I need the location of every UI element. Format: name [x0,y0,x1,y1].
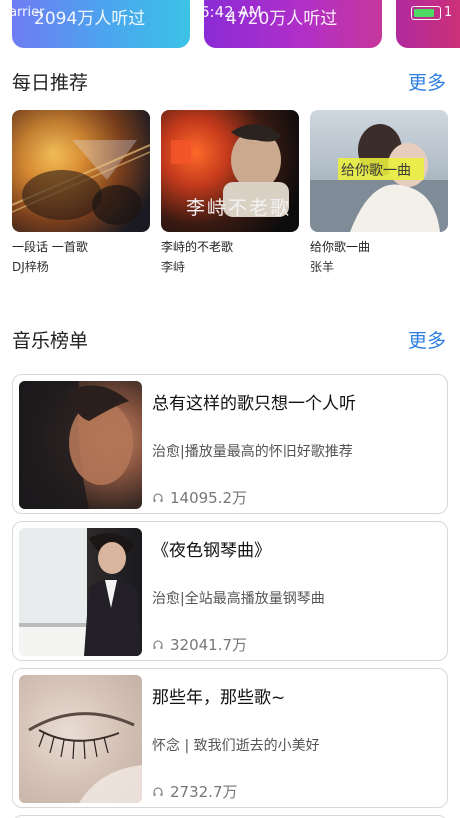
charts-more-link[interactable]: 更多 [408,326,446,353]
banner-card-3[interactable] [396,0,460,48]
daily-item-2[interactable]: 李峙不老歌 李峙的不老歌 李峙 [161,110,299,274]
daily-item-artist-3: 张羊 [310,260,335,274]
banner-listeners-2: 4720万人听过 [226,9,338,29]
banner-card-1[interactable]: 2094万人听过 [12,0,190,48]
chart-plays-2: 32041.7万 [170,636,248,654]
chart-plays-row-1: 14095.2万 [152,487,247,508]
banner-card-2[interactable]: 4720万人听过 [204,0,382,48]
chart-plays-1: 14095.2万 [170,489,248,507]
chart-title-3: 那些年，那些歌~ [152,688,286,708]
daily-item-3[interactable]: 给你歌一曲 给你歌一曲 张羊 [310,110,448,274]
daily-item-title-1: 一段话 一首歌 [12,240,88,254]
daily-more-link[interactable]: 更多 [408,68,446,95]
chart-desc-2: 治愈|全站最高播放量钢琴曲 [152,591,325,607]
daily-item-artist-1: DJ梓杨 [12,260,49,274]
chart-card-3[interactable]: 那些年，那些歌~ 怀念 | 致我们逝去的小美好 2732.7万 [12,668,448,808]
daily-item-title-3: 给你歌一曲 [310,240,371,254]
daily-cover-2[interactable]: 李峙不老歌 [161,110,299,232]
chart-plays-row-3: 2732.7万 [152,781,238,802]
daily-cover-3-text: 给你歌一曲 [341,163,411,179]
chart-title-1: 总有这样的歌只想一个人听 [152,394,356,414]
chart-title-2: 《夜色钢琴曲》 [152,541,271,561]
daily-section-title: 每日推荐 [12,72,89,94]
charts-section-header: 音乐榜单 更多 [12,326,446,352]
daily-cover-1[interactable] [12,110,150,232]
headphone-icon [153,787,163,796]
daily-item-title-2: 李峙的不老歌 [161,240,234,254]
charts-section-title: 音乐榜单 [12,330,89,352]
daily-cover-2-text: 李峙不老歌 [186,197,292,219]
chart-cover-1 [19,381,142,509]
chart-card-1[interactable]: 总有这样的歌只想一个人听 治愈|播放量最高的怀旧好歌推荐 14095.2万 [12,374,448,514]
headphone-icon [153,493,163,502]
chart-card-2[interactable]: 《夜色钢琴曲》 治愈|全站最高播放量钢琴曲 32041.7万 [12,521,448,661]
chart-cover-2 [19,528,142,656]
chart-desc-3: 怀念 | 致我们逝去的小美好 [152,738,320,754]
chart-desc-1: 治愈|播放量最高的怀旧好歌推荐 [152,444,353,460]
daily-cover-3[interactable]: 给你歌一曲 [310,110,448,232]
chart-cover-3 [19,675,142,803]
daily-item-artist-2: 李峙 [161,260,186,274]
chart-plays-row-2: 32041.7万 [152,634,247,655]
banner-listeners-1: 2094万人听过 [34,9,146,29]
daily-item-1[interactable]: 一段话 一首歌 DJ梓杨 [12,110,150,274]
daily-section-header: 每日推荐 更多 [12,68,446,94]
chart-plays-3: 2732.7万 [170,783,238,801]
headphone-icon [153,640,163,649]
